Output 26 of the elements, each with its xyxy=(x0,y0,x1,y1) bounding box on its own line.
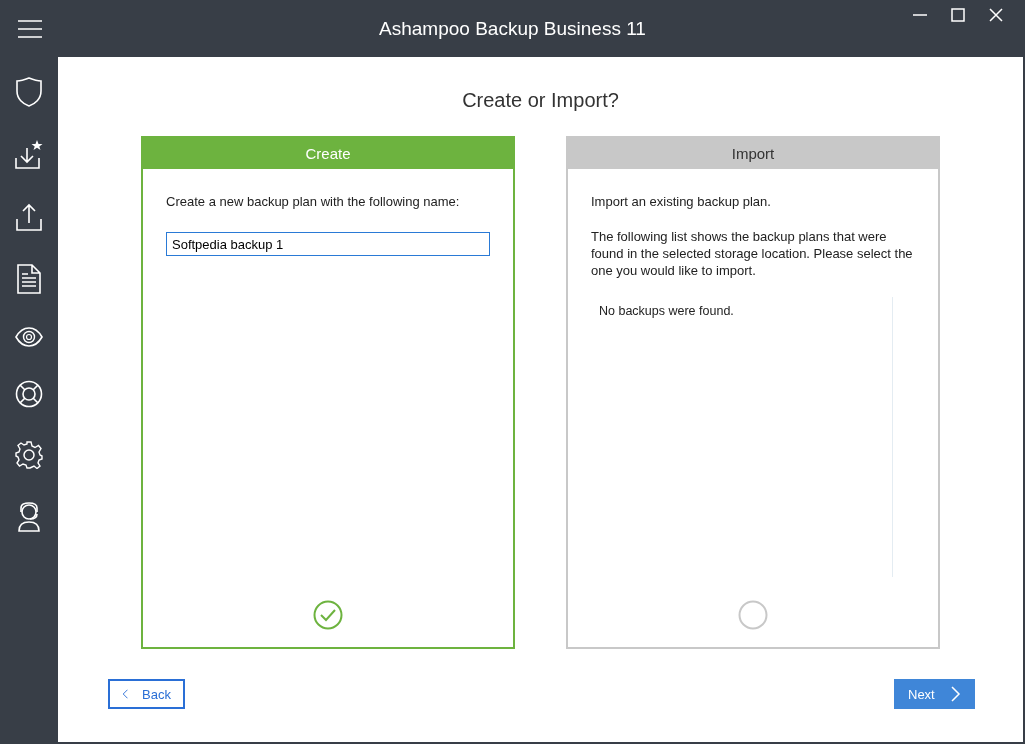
upload-icon[interactable] xyxy=(16,203,42,231)
eye-icon[interactable] xyxy=(15,327,43,347)
headset-person-icon[interactable] xyxy=(17,502,41,532)
chevron-right-icon xyxy=(951,686,961,702)
maximize-icon[interactable] xyxy=(951,8,965,22)
lifebuoy-icon[interactable] xyxy=(15,380,43,408)
menu-icon[interactable] xyxy=(18,19,42,38)
name-field[interactable]: Softpedia backup 1 xyxy=(166,232,490,256)
card-text: The following list shows the backup plans that were found in the selected storage location. Please select the one you would like to import. xyxy=(591,228,914,279)
shield-icon[interactable] xyxy=(16,77,42,107)
next-button[interactable]: Next xyxy=(894,679,975,709)
card-text: Import an existing backup plan. xyxy=(591,193,772,210)
option-card[interactable]: Create Create a new backup plan with the following name: Softpedia backup 1 xyxy=(141,136,515,649)
download-star-icon[interactable] xyxy=(15,140,43,170)
window-title: Ashampoo Backup Business 11 xyxy=(379,17,646,40)
page-heading: Create or Import? xyxy=(462,89,619,112)
back-button[interactable]: Back xyxy=(108,679,185,709)
radio-circle-icon xyxy=(738,600,768,630)
card-header: Import xyxy=(568,138,938,169)
check-circle-icon xyxy=(313,600,343,630)
empty-list-message: No backups were found. xyxy=(599,304,734,318)
document-icon[interactable] xyxy=(17,264,41,294)
card-text: Create a new backup plan with the following name: xyxy=(166,193,461,210)
card-header: Create xyxy=(143,138,513,169)
close-icon[interactable] xyxy=(989,8,1003,22)
settings-icon[interactable] xyxy=(15,441,43,469)
